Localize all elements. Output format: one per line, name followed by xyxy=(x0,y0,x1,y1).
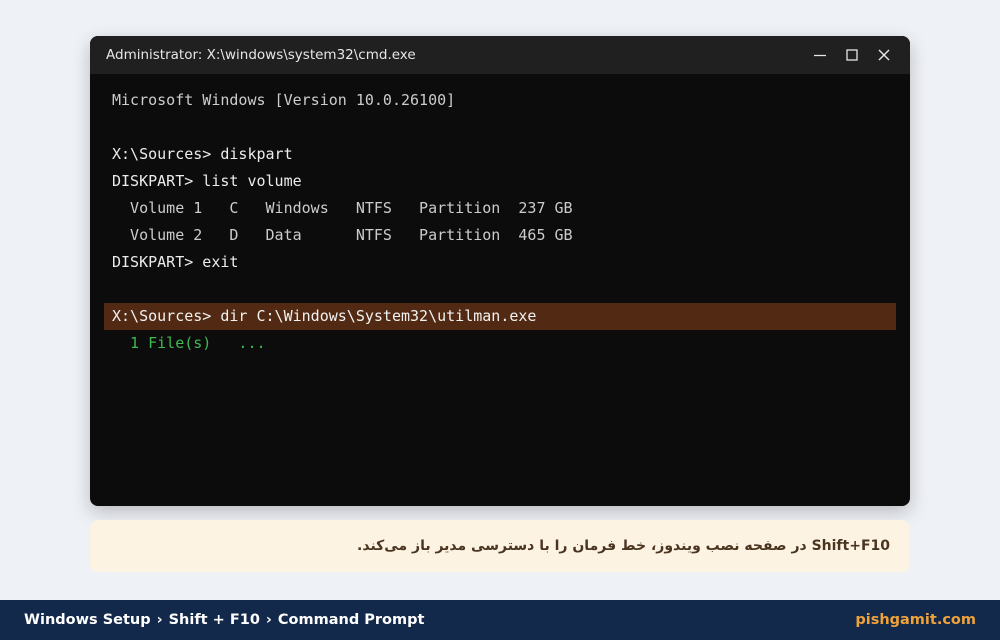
window-controls xyxy=(812,36,892,74)
caption-box: Shift+F10 در صفحه نصب ویندوز، خط فرمان ر… xyxy=(90,520,910,572)
breadcrumb-separator: › xyxy=(265,612,272,628)
terminal-line: DISKPART> list volume xyxy=(112,172,302,190)
terminal-line: X:\Sources> diskpart xyxy=(112,145,293,163)
breadcrumb-item-command-prompt: Command Prompt xyxy=(277,612,425,628)
site-brand: pishgamit.com xyxy=(855,612,976,628)
terminal-line: Volume 2 D Data NTFS Partition 465 GB xyxy=(112,226,573,244)
terminal-output[interactable]: Microsoft Windows [Version 10.0.26100] X… xyxy=(90,74,910,357)
footer-bar: Windows Setup › Shift + F10 › Command Pr… xyxy=(0,600,1000,640)
command-result-line: 1 File(s) ... xyxy=(112,334,266,352)
terminal-line: Volume 1 C Windows NTFS Partition 237 GB xyxy=(112,199,573,217)
highlighted-command-line: X:\Sources> dir C:\Windows\System32\util… xyxy=(104,303,896,330)
breadcrumb-item-windows-setup: Windows Setup xyxy=(24,612,151,628)
cmd-window: Administrator: X:\windows\system32\cmd.e… xyxy=(90,36,910,506)
breadcrumb-separator: › xyxy=(156,612,163,628)
terminal-line: DISKPART> exit xyxy=(112,253,239,271)
title-bar[interactable]: Administrator: X:\windows\system32\cmd.e… xyxy=(90,36,910,74)
caption-text: Shift+F10 در صفحه نصب ویندوز، خط فرمان ر… xyxy=(357,538,890,554)
minimize-icon[interactable] xyxy=(812,47,828,63)
terminal-line: Microsoft Windows [Version 10.0.26100] xyxy=(112,91,456,109)
breadcrumb: Windows Setup › Shift + F10 › Command Pr… xyxy=(24,612,424,628)
close-icon[interactable] xyxy=(876,47,892,63)
maximize-icon[interactable] xyxy=(844,47,860,63)
breadcrumb-item-shift-f10: Shift + F10 xyxy=(168,612,260,628)
window-title: Administrator: X:\windows\system32\cmd.e… xyxy=(106,47,416,63)
